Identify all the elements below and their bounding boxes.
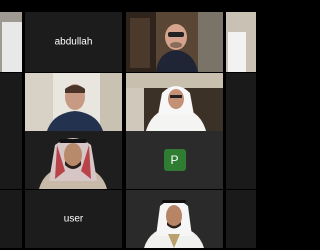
participant-video bbox=[0, 190, 22, 248]
participant-video bbox=[126, 73, 223, 131]
video-tile-participant[interactable] bbox=[126, 12, 223, 72]
video-tile-avatar[interactable]: P bbox=[126, 131, 223, 189]
video-tile-edge-right[interactable] bbox=[226, 131, 256, 189]
video-tile-edge-right[interactable] bbox=[226, 73, 256, 131]
participant-video bbox=[226, 131, 256, 189]
video-tile-participant[interactable] bbox=[126, 190, 223, 248]
participant-video bbox=[25, 73, 122, 131]
participant-video bbox=[0, 73, 22, 131]
video-tile-participant[interactable] bbox=[126, 73, 223, 131]
participant-avatar: P bbox=[163, 149, 186, 171]
video-tile-edge-left[interactable] bbox=[0, 73, 22, 131]
video-tile-edge-left-top[interactable] bbox=[0, 12, 22, 72]
participant-video bbox=[0, 12, 22, 72]
participant-video bbox=[226, 190, 256, 248]
video-tile-edge-left[interactable] bbox=[0, 131, 22, 189]
video-tile-user[interactable]: user bbox=[25, 190, 122, 248]
video-grid: abdullah P user bbox=[0, 0, 256, 250]
video-tile-edge-right[interactable] bbox=[226, 190, 256, 248]
participant-video bbox=[126, 12, 223, 72]
video-tile-edge-right-top[interactable] bbox=[226, 12, 256, 72]
video-tile-participant[interactable] bbox=[25, 131, 122, 189]
participant-video bbox=[25, 131, 122, 189]
video-tile-abdullah[interactable]: abdullah bbox=[25, 12, 122, 72]
video-tile-participant[interactable] bbox=[25, 73, 122, 131]
participant-video bbox=[226, 73, 256, 131]
participant-video bbox=[126, 190, 223, 248]
participant-name: abdullah bbox=[54, 36, 93, 48]
video-tile-edge-left[interactable] bbox=[0, 190, 22, 248]
participant-video bbox=[0, 131, 22, 189]
participant-name: user bbox=[63, 213, 84, 225]
participant-video bbox=[226, 12, 256, 72]
